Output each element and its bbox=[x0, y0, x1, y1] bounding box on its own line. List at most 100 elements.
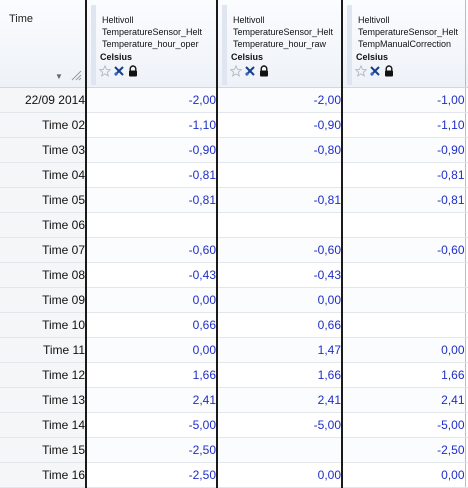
value-cell[interactable]: 2,41 bbox=[86, 387, 218, 413]
value-cell[interactable]: -0,81 bbox=[342, 162, 466, 188]
value-cell[interactable]: -1,00 bbox=[342, 87, 466, 113]
value-cell[interactable]: -0,90 bbox=[342, 137, 466, 163]
value-cell[interactable]: -5,00 bbox=[86, 412, 218, 438]
column-header-line: Heltivoll bbox=[102, 15, 134, 25]
value-cell[interactable]: -2,00 bbox=[217, 87, 343, 113]
star-icon[interactable] bbox=[99, 65, 111, 77]
table-row: Time 12 1,66 1,66 1,66 bbox=[0, 362, 468, 388]
lock-icon[interactable] bbox=[383, 65, 395, 77]
value-cell[interactable]: -2,50 bbox=[86, 462, 218, 488]
row-label[interactable]: Time 08 bbox=[0, 262, 87, 288]
value-cell[interactable]: 0,00 bbox=[342, 337, 466, 363]
column-stripe bbox=[347, 5, 352, 85]
value-cell[interactable]: 0,00 bbox=[342, 462, 466, 488]
value-cell[interactable]: -1,10 bbox=[86, 112, 218, 138]
column-header-2[interactable]: Heltivoll TemperatureSensor_Helt Tempera… bbox=[217, 0, 343, 88]
value-cell[interactable] bbox=[342, 287, 466, 313]
value-cell[interactable]: 0,00 bbox=[86, 337, 218, 363]
row-label[interactable]: Time 15 bbox=[0, 437, 87, 463]
column-header-line: Heltivoll bbox=[358, 15, 390, 25]
value-cell[interactable]: -1,10 bbox=[342, 112, 466, 138]
value-cell[interactable]: 2,41 bbox=[342, 387, 466, 413]
value-cell[interactable]: 0,00 bbox=[86, 287, 218, 313]
value-cell[interactable]: -0,81 bbox=[217, 187, 343, 213]
column-header-1[interactable]: Heltivoll TemperatureSensor_Helt Tempera… bbox=[86, 0, 218, 88]
column-stripe bbox=[222, 5, 227, 85]
row-label[interactable]: Time 12 bbox=[0, 362, 87, 388]
sort-down-icon[interactable]: ▼ bbox=[55, 72, 63, 81]
value-cell[interactable]: -0,81 bbox=[342, 187, 466, 213]
table-row: Time 11 0,00 1,47 0,00 bbox=[0, 337, 468, 363]
row-label[interactable]: Time 03 bbox=[0, 137, 87, 163]
value-cell[interactable] bbox=[86, 212, 218, 238]
row-label[interactable]: Time 16 bbox=[0, 462, 87, 488]
row-label[interactable]: Time 04 bbox=[0, 162, 87, 188]
value-cell[interactable]: -5,00 bbox=[217, 412, 343, 438]
column-header-line: TemperatureSensor_Helt bbox=[102, 27, 203, 37]
grid-body: 22/09 2014 -2,00 -2,00 -1,00 Time 02 -1,10 -0,… bbox=[0, 87, 468, 488]
value-cell[interactable]: -0,81 bbox=[86, 162, 218, 188]
row-label[interactable]: Time 10 bbox=[0, 312, 87, 338]
table-row: Time 05 -0,81 -0,81 -0,81 bbox=[0, 187, 468, 213]
value-cell[interactable]: 1,47 bbox=[217, 337, 343, 363]
close-pin-icon[interactable] bbox=[113, 65, 125, 77]
resize-grip-icon[interactable] bbox=[70, 69, 82, 81]
data-grid: Time ▼ Heltivoll TemperatureSensor_Helt … bbox=[0, 0, 468, 488]
column-unit: Celsius bbox=[356, 52, 389, 62]
row-label[interactable]: Time 14 bbox=[0, 412, 87, 438]
value-cell[interactable]: -0,43 bbox=[86, 262, 218, 288]
value-cell[interactable]: 0,66 bbox=[86, 312, 218, 338]
value-cell[interactable]: -2,50 bbox=[86, 437, 218, 463]
row-label[interactable]: Time 05 bbox=[0, 187, 87, 213]
row-label[interactable]: Time 09 bbox=[0, 287, 87, 313]
value-cell[interactable]: 0,00 bbox=[217, 462, 343, 488]
corner-label: Time bbox=[9, 13, 34, 25]
value-cell[interactable]: -0,81 bbox=[86, 187, 218, 213]
corner-header-time[interactable]: Time ▼ bbox=[0, 0, 87, 88]
table-row: Time 07 -0,60 -0,60 -0,60 bbox=[0, 237, 468, 263]
row-label[interactable]: Time 06 bbox=[0, 212, 87, 238]
value-cell[interactable]: 1,66 bbox=[342, 362, 466, 388]
value-cell[interactable]: -2,50 bbox=[342, 437, 466, 463]
value-cell[interactable]: -0,90 bbox=[86, 137, 218, 163]
column-header-line: Heltivoll bbox=[233, 15, 265, 25]
value-cell[interactable]: -0,80 bbox=[217, 137, 343, 163]
value-cell[interactable]: -0,60 bbox=[217, 237, 343, 263]
row-label[interactable]: Time 11 bbox=[0, 337, 87, 363]
value-cell[interactable] bbox=[217, 212, 343, 238]
value-cell[interactable]: 1,66 bbox=[86, 362, 218, 388]
row-label[interactable]: Time 13 bbox=[0, 387, 87, 413]
star-icon[interactable] bbox=[230, 65, 242, 77]
value-cell[interactable] bbox=[217, 437, 343, 463]
table-row: Time 02 -1,10 -0,90 -1,10 bbox=[0, 112, 468, 138]
table-row: Time 04 -0,81 -0,81 bbox=[0, 162, 468, 188]
value-cell[interactable] bbox=[217, 162, 343, 188]
value-cell[interactable]: 0,66 bbox=[217, 312, 343, 338]
value-cell[interactable]: -0,60 bbox=[86, 237, 218, 263]
value-cell[interactable]: 2,41 bbox=[217, 387, 343, 413]
column-unit: Celsius bbox=[231, 52, 264, 62]
row-label[interactable]: Time 07 bbox=[0, 237, 87, 263]
row-label[interactable]: Time 02 bbox=[0, 112, 87, 138]
lock-icon[interactable] bbox=[127, 65, 139, 77]
lock-icon[interactable] bbox=[258, 65, 270, 77]
close-pin-icon[interactable] bbox=[369, 65, 381, 77]
close-pin-icon[interactable] bbox=[244, 65, 256, 77]
value-cell[interactable]: -2,00 bbox=[86, 87, 218, 113]
column-stripe bbox=[91, 5, 96, 85]
value-cell[interactable] bbox=[342, 262, 466, 288]
column-header-3[interactable]: Heltivoll TemperatureSensor_Helt TempMan… bbox=[342, 0, 466, 88]
row-label[interactable]: 22/09 2014 bbox=[0, 87, 87, 113]
table-row: Time 06 bbox=[0, 212, 468, 238]
value-cell[interactable]: -0,90 bbox=[217, 112, 343, 138]
value-cell[interactable]: -0,60 bbox=[342, 237, 466, 263]
value-cell[interactable]: -0,43 bbox=[217, 262, 343, 288]
value-cell[interactable]: 1,66 bbox=[217, 362, 343, 388]
value-cell[interactable]: -5,00 bbox=[342, 412, 466, 438]
star-icon[interactable] bbox=[355, 65, 367, 77]
value-cell[interactable] bbox=[342, 212, 466, 238]
value-cell[interactable] bbox=[342, 312, 466, 338]
column-header-line: Temperature_hour_raw bbox=[233, 39, 327, 49]
value-cell[interactable]: 0,00 bbox=[217, 287, 343, 313]
table-row: Time 15 -2,50 -2,50 bbox=[0, 437, 468, 463]
